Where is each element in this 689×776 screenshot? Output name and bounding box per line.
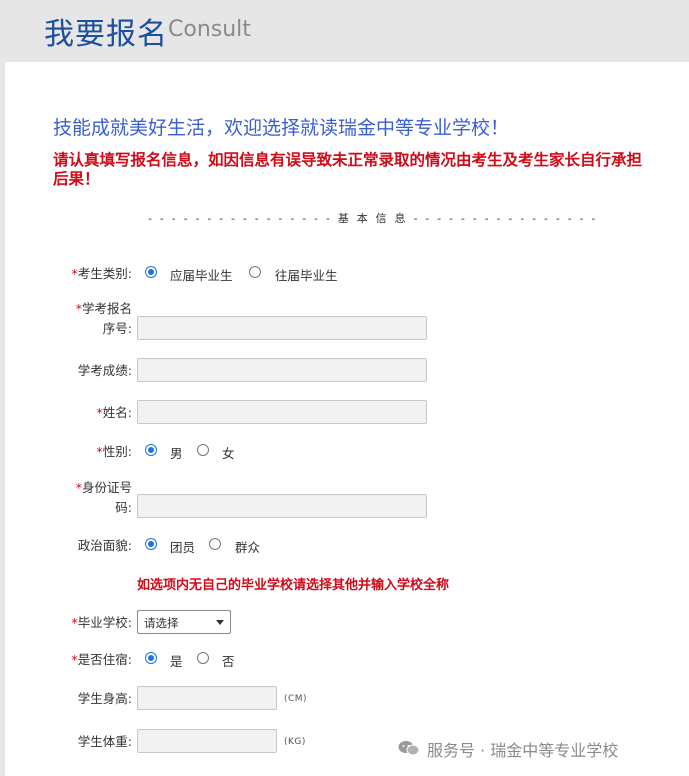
- boarding-label: *是否住宿:: [71, 652, 132, 667]
- graduate-school-select[interactable]: 请选择: [137, 610, 231, 634]
- political-option-league: 团员: [170, 540, 196, 555]
- slogan-text: 技能成就美好生活，欢迎选择就读瑞金中等专业学校！: [53, 117, 510, 139]
- gender-option-female: 女: [222, 446, 235, 461]
- political-option-masses: 群众: [235, 540, 261, 555]
- gender-option-male: 男: [170, 446, 183, 461]
- political-status-label: 政治面貌:: [77, 538, 132, 553]
- boarding-option-no: 否: [222, 654, 235, 669]
- page-header: 我要报名 Consult: [0, 0, 689, 52]
- political-radio-masses[interactable]: [209, 538, 221, 550]
- exam-score-input[interactable]: [137, 358, 427, 382]
- gender-label: *性别:: [96, 444, 132, 459]
- wechat-icon: [398, 741, 420, 756]
- school-note: 如选项内无自己的毕业学校请选择其他并输入学校全称: [137, 578, 450, 593]
- height-label: 学生身高:: [77, 691, 132, 706]
- chevron-down-icon: [216, 620, 224, 625]
- name-input[interactable]: [137, 400, 427, 424]
- political-radio-league[interactable]: [145, 538, 157, 550]
- weight-input[interactable]: [137, 729, 277, 753]
- warning-text: 请认真填写报名信息，如因信息有误导致未正常录取的情况由考生及考生家长自行承担后果…: [53, 150, 643, 188]
- page-subtitle: Consult: [168, 17, 251, 42]
- candidate-type-label: *考生类别:: [71, 266, 132, 281]
- graduate-school-label: *毕业学校:: [71, 615, 132, 630]
- weight-label: 学生体重:: [77, 734, 132, 749]
- weight-unit: (KG): [284, 737, 306, 747]
- gender-radio-female[interactable]: [197, 444, 209, 456]
- exam-number-input[interactable]: [137, 316, 427, 340]
- watermark-text: 服务号 · 瑞金中等专业学校: [427, 741, 619, 760]
- height-input[interactable]: [137, 686, 277, 710]
- candidate-type-radio-previous[interactable]: [249, 266, 261, 278]
- exam-number-label: *学考报名 序号:: [75, 301, 132, 336]
- graduate-school-selected: 请选择: [144, 616, 179, 630]
- candidate-type-option-previous: 往届毕业生: [275, 268, 338, 283]
- height-unit: (CM): [284, 694, 308, 704]
- gender-radio-male[interactable]: [145, 444, 157, 456]
- id-number-label: *身份证号 码:: [75, 480, 132, 515]
- name-label: *姓名:: [96, 405, 132, 420]
- candidate-type-radio-current[interactable]: [145, 266, 157, 278]
- page-title: 我要报名: [44, 17, 168, 52]
- id-number-input[interactable]: [137, 494, 427, 518]
- candidate-type-option-current: 应届毕业生: [170, 268, 233, 283]
- boarding-radio-yes[interactable]: [145, 652, 157, 664]
- boarding-radio-no[interactable]: [197, 652, 209, 664]
- section-divider: - - - - - - - - - - - - - - - - 基 本 信 息 …: [148, 212, 598, 225]
- exam-score-label: 学考成绩:: [77, 363, 132, 378]
- boarding-option-yes: 是: [170, 654, 183, 669]
